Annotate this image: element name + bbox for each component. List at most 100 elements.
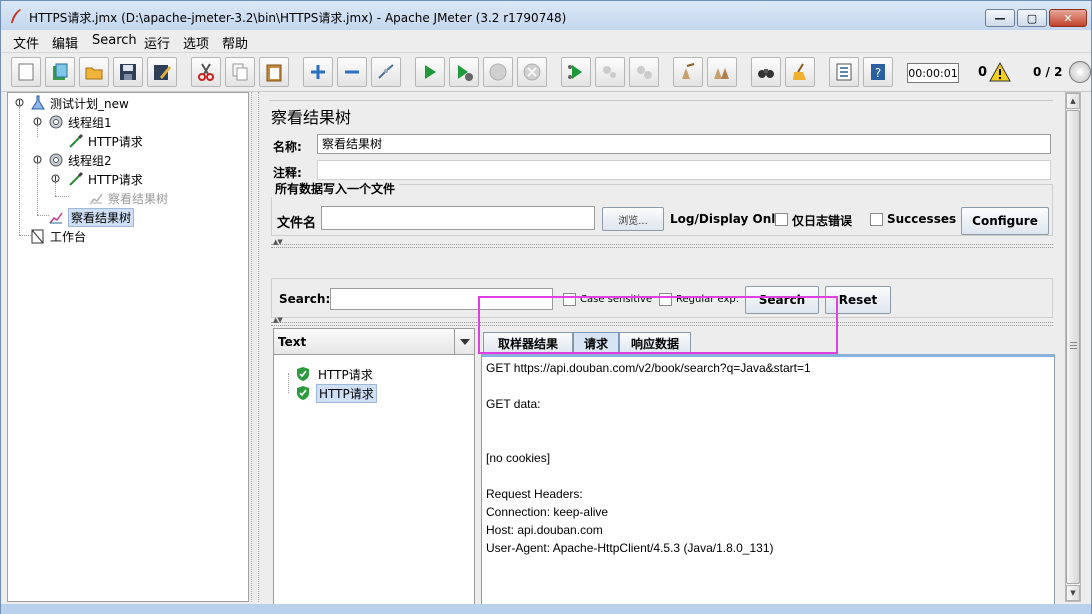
templates-icon [53, 63, 68, 80]
stop-button[interactable] [483, 57, 513, 87]
scroll-thumb[interactable] [1066, 110, 1080, 584]
collapse-icon [345, 70, 359, 74]
shutdown-button[interactable] [517, 57, 547, 87]
function-helper-button[interactable] [829, 57, 859, 87]
clear-all-icon [714, 68, 729, 79]
clear-icon [682, 63, 695, 79]
successes-checkbox[interactable] [870, 213, 883, 226]
window-title: HTTPS请求.jmx (D:\apache-jmeter-3.2\bin\HT… [29, 11, 567, 25]
reset-search-broom-icon [793, 63, 806, 80]
collapse-all-button[interactable] [337, 57, 367, 87]
result-item-selected[interactable]: HTTP请求 [296, 383, 377, 403]
renderer-select[interactable]: Text [274, 329, 474, 355]
tree-node-view-results-disabled[interactable]: 察看结果树 [88, 189, 168, 207]
clear-all-button[interactable] [707, 57, 737, 87]
new-button[interactable] [11, 57, 41, 87]
comment-input[interactable] [317, 160, 1051, 180]
search-button[interactable] [751, 57, 781, 87]
result-item[interactable]: HTTP请求 [296, 365, 375, 383]
cut-button[interactable] [191, 57, 221, 87]
tree-node-http-request-1[interactable]: HTTP请求 [68, 132, 143, 150]
sampler-pipette-icon [69, 133, 84, 148]
error-count: 0 [978, 65, 988, 80]
close-button[interactable]: ✕ [1049, 9, 1087, 27]
sample-results-list: Text HTTP请求 HTTP请求 [273, 328, 475, 614]
comment-label: 注释: [273, 166, 302, 180]
window-titlebar: HTTPS请求.jmx (D:\apache-jmeter-3.2\bin\HT… [0, 0, 1092, 30]
configure-button[interactable]: Configure [961, 207, 1049, 235]
tree-node-test-plan[interactable]: 测试计划_new [30, 94, 129, 112]
request-line: GET https://api.douban.com/v2/book/searc… [486, 361, 811, 375]
start-no-pause-icon [458, 65, 473, 81]
log-viewer-icon[interactable] [1069, 61, 1091, 83]
save-icon [120, 64, 136, 80]
collapse-toggle-icon[interactable] [51, 174, 60, 183]
menu-run[interactable]: 运行 [144, 33, 170, 52]
remote-shutdown-icon [637, 66, 652, 79]
vertical-scrollbar[interactable]: ▲ ▼ [1065, 92, 1081, 602]
svg-text:?: ? [875, 66, 881, 80]
browse-button[interactable]: 浏览... [602, 207, 664, 231]
menu-edit[interactable]: 编辑 [52, 33, 78, 52]
clear-button[interactable] [673, 57, 703, 87]
save-as-button[interactable] [147, 57, 177, 87]
shutdown-icon [523, 63, 541, 81]
collapse-toggle-icon[interactable] [33, 117, 42, 126]
tree-line [19, 107, 20, 235]
scroll-down-button[interactable]: ▼ [1066, 585, 1080, 601]
tree-node-label: 线程组1 [68, 115, 112, 130]
test-plan-tree: 测试计划_new 线程组1 HTTP请求 线程组2 HTTP请求 察看结果树 察… [7, 92, 249, 602]
tree-node-workbench[interactable]: 工作台 [30, 227, 86, 245]
start-button[interactable] [415, 57, 445, 87]
new-icon [18, 63, 34, 81]
menu-help[interactable]: 帮助 [222, 33, 248, 52]
minimize-button[interactable]: — [985, 9, 1015, 27]
panel-title: 察看结果树 [271, 108, 352, 127]
remote-shutdown-button[interactable] [629, 57, 659, 87]
collapse-toggle-icon[interactable] [15, 98, 24, 107]
warning-icon[interactable] [989, 62, 1011, 82]
collapsible-divider[interactable] [271, 244, 1053, 248]
paste-button[interactable] [259, 57, 289, 87]
maximize-button[interactable]: ▢ [1017, 9, 1047, 27]
sampler-pipette-icon [69, 171, 84, 186]
collapse-toggle-icon[interactable] [33, 155, 42, 164]
jmeter-feather-icon [11, 9, 21, 23]
filename-input[interactable] [321, 206, 595, 230]
renderer-value: Text [278, 335, 307, 349]
menu-search[interactable]: Search [92, 33, 137, 48]
tree-node-view-results-tree[interactable]: 察看结果树 [48, 207, 135, 227]
remote-stop-button[interactable] [595, 57, 625, 87]
tree-node-http-request-2[interactable]: HTTP请求 [68, 170, 143, 188]
save-button[interactable] [113, 57, 143, 87]
success-shield-icon [297, 386, 309, 400]
name-input[interactable]: 察看结果树 [317, 134, 1051, 154]
menu-options[interactable]: 选项 [183, 33, 209, 52]
split-arrows-icon[interactable]: ▲▼ [273, 238, 283, 246]
menu-file[interactable]: 文件 [13, 33, 39, 52]
tree-node-thread-group-1[interactable]: 线程组1 [48, 113, 112, 131]
request-text-area[interactable]: GET https://api.douban.com/v2/book/searc… [481, 354, 1055, 614]
tree-node-thread-group-2[interactable]: 线程组2 [48, 151, 112, 169]
expand-all-button[interactable] [303, 57, 333, 87]
templates-button[interactable] [45, 57, 75, 87]
start-no-pause-button[interactable] [449, 57, 479, 87]
remote-start-icon [568, 65, 582, 79]
dropdown-arrow[interactable] [454, 329, 474, 354]
errors-only-checkbox[interactable] [775, 213, 788, 226]
filename-label: 文件名 [277, 216, 317, 231]
toggle-button[interactable] [371, 57, 401, 87]
search-binoculars-icon [758, 69, 774, 78]
workbench-icon [31, 229, 44, 244]
split-arrows-icon[interactable]: ▲▼ [273, 316, 283, 324]
scroll-up-button[interactable]: ▲ [1066, 93, 1080, 109]
menubar: 文件 编辑 Search 运行 选项 帮助 [1, 30, 1091, 52]
reset-search-button[interactable] [785, 57, 815, 87]
log-display-only-label: Log/Display Only: [670, 212, 788, 226]
grip [1070, 342, 1077, 343]
pane-splitter[interactable] [251, 92, 259, 602]
remote-start-button[interactable] [561, 57, 591, 87]
open-button[interactable] [79, 57, 109, 87]
copy-button[interactable] [225, 57, 255, 87]
help-button[interactable]: ? [863, 57, 893, 87]
